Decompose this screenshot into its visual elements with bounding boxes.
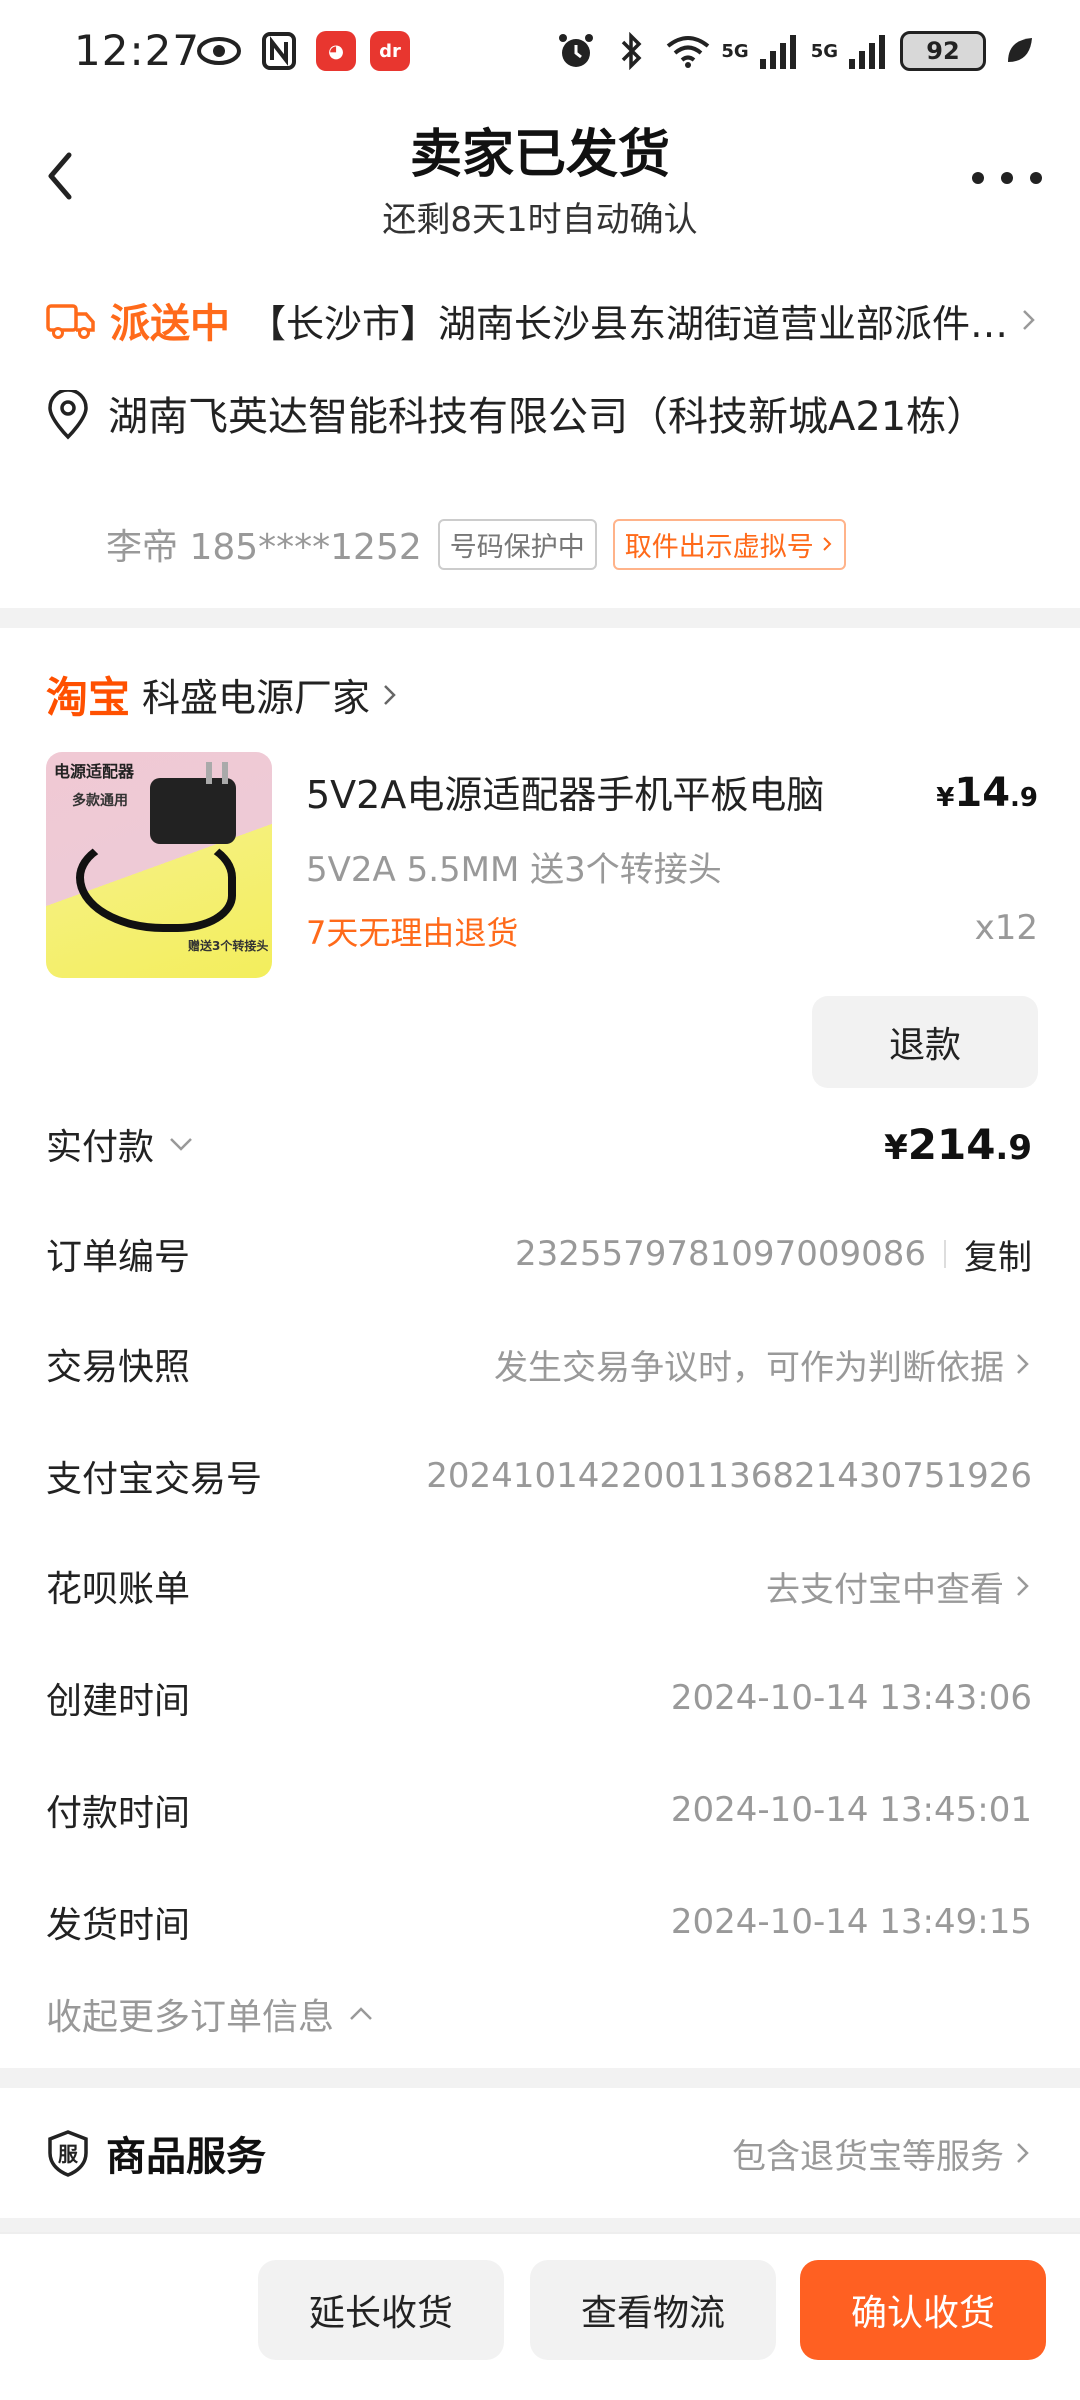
- virtual-number-label: 取件出示虚拟号: [624, 531, 814, 563]
- alipay-trade-row: 支付宝交易号 2024101422001136821430751926: [46, 1446, 1032, 1506]
- confirm-receipt-button[interactable]: 确认收货: [800, 2260, 1046, 2360]
- order-number-row: 订单编号 2325579781097009086 复制: [46, 1224, 1032, 1284]
- status-left-icons: ◕ dr: [196, 28, 410, 74]
- paid-time-row: 付款时间 2024-10-14 13:45:01: [46, 1780, 1032, 1840]
- service-title: 商品服务: [106, 2134, 266, 2180]
- created-time: 2024-10-14 13:43:06: [670, 1678, 1032, 1718]
- collapse-order-info-label: 收起更多订单信息: [46, 1997, 335, 2038]
- service-description: 包含退货宝等服务: [732, 2136, 1004, 2177]
- service-row[interactable]: 服 商品服务 包含退货宝等服务: [46, 2118, 1032, 2188]
- snapshot-label: 交易快照: [46, 1347, 191, 1388]
- paid-amount-label: 实付款: [46, 1127, 155, 1168]
- wifi-icon: [665, 28, 711, 74]
- shipping-address: 湖南飞英达智能科技有限公司（科技新城A21栋）: [108, 394, 987, 440]
- chevron-right-icon: [384, 684, 396, 705]
- virtual-number-button[interactable]: 取件出示虚拟号: [612, 518, 846, 570]
- product-image-text-1: 电源适配器: [54, 762, 135, 781]
- product-spec: 5V2A 5.5MM 送3个转接头: [306, 850, 722, 890]
- chevron-right-icon: [823, 537, 832, 551]
- eye-icon: [196, 28, 242, 74]
- chevron-down-icon: [170, 1138, 192, 1151]
- chevron-up-icon: [350, 2007, 372, 2020]
- product-image[interactable]: 电源适配器 多款通用 赠送3个转接头: [46, 752, 272, 978]
- product-title[interactable]: 5V2A电源适配器手机平板电脑: [306, 764, 824, 819]
- created-time-row: 创建时间 2024-10-14 13:43:06: [46, 1668, 1032, 1728]
- huabei-bill-row[interactable]: 花呗账单 去支付宝中查看: [46, 1556, 1032, 1616]
- shipped-time-label: 发货时间: [46, 1905, 191, 1946]
- delivery-latest-update: 【长沙市】湖南长沙县东湖街道营业部派件员正在为您派件: [248, 301, 1016, 346]
- network-type-label: 5G: [721, 40, 749, 62]
- signal-icon: [755, 28, 801, 74]
- taobao-logo: 淘宝: [46, 673, 131, 722]
- shipped-time-row: 发货时间 2024-10-14 13:49:15: [46, 1892, 1032, 1952]
- collapse-order-info-button[interactable]: 收起更多订单信息: [46, 1988, 374, 2040]
- status-time: 12:27: [74, 26, 201, 75]
- created-time-label: 创建时间: [46, 1681, 191, 1722]
- contact-row: 李帝 185****1252 号码保护中 取件出示虚拟号: [106, 518, 846, 570]
- bottom-action-bar: 延长收货 查看物流 确认收货: [0, 2232, 1080, 2400]
- huabei-bill-label: 花呗账单: [46, 1569, 191, 1610]
- page-title: 卖家已发货: [409, 125, 670, 185]
- product-quantity: x12: [974, 908, 1038, 948]
- return-policy-badge: 7天无理由退货: [306, 914, 519, 952]
- battery-indicator: 92: [900, 31, 986, 71]
- chevron-right-icon: [1017, 1576, 1029, 1596]
- bluetooth-icon: [609, 28, 655, 74]
- chevron-right-icon: [1017, 1354, 1029, 1374]
- product-image-text-2: 多款通用: [72, 793, 128, 809]
- phone-protected-badge: 号码保护中: [437, 518, 597, 570]
- delivery-status-label: 派送中: [110, 301, 230, 347]
- extend-receipt-button[interactable]: 延长收货: [258, 2260, 504, 2360]
- paid-amount: ¥214.9: [884, 1119, 1032, 1169]
- shop-name: 科盛电源厂家: [142, 676, 371, 720]
- product-image-text-3: 赠送3个转接头: [188, 939, 269, 953]
- status-bar: 12:27 ◕ dr 5G 5G 92: [0, 0, 1080, 100]
- refund-button[interactable]: 退款: [812, 996, 1038, 1088]
- view-logistics-button[interactable]: 查看物流: [530, 2260, 776, 2360]
- status-right-icons: 5G 5G 92: [553, 28, 1042, 74]
- order-card: 淘宝 科盛电源厂家 电源适配器 多款通用 赠送3个转接头 5V2A电源适配器手机…: [0, 628, 1080, 2068]
- app-notification-icon: ◕: [316, 31, 356, 71]
- shipped-time: 2024-10-14 13:49:15: [670, 1902, 1032, 1942]
- leaf-icon: [996, 28, 1042, 74]
- snapshot-hint: 发生交易争议时，可作为判断依据: [494, 1347, 1004, 1388]
- order-number: 2325579781097009086: [514, 1234, 926, 1274]
- location-pin-icon: [48, 390, 88, 440]
- chevron-right-icon: [1017, 2143, 1029, 2163]
- nfc-icon: [256, 28, 302, 74]
- alipay-trade-number: 2024101422001136821430751926: [426, 1456, 1032, 1496]
- address-card: 派送中 【长沙市】湖南长沙县东湖街道营业部派件员正在为您派件 湖南飞英达智能科技…: [0, 260, 1080, 608]
- huabei-bill-link: 去支付宝中查看: [766, 1569, 1004, 1610]
- svg-text:服: 服: [58, 2142, 79, 2166]
- recipient-contact: 李帝 185****1252: [106, 527, 422, 568]
- network-type-label-2: 5G: [810, 40, 838, 62]
- copy-button[interactable]: 复制: [964, 1230, 1032, 1279]
- app-notification-icon-2: dr: [370, 31, 410, 71]
- page-header: 卖家已发货 还剩8天1时自动确认: [0, 100, 1080, 260]
- delivery-status-row[interactable]: 派送中 【长沙市】湖南长沙县东湖街道营业部派件员正在为您派件: [46, 290, 1040, 350]
- service-shield-icon: 服: [48, 2130, 88, 2177]
- shipping-address-row: 湖南飞英达智能科技有限公司（科技新城A21栋）: [46, 384, 1040, 450]
- shop-link[interactable]: 淘宝 科盛电源厂家: [46, 664, 400, 725]
- page-subtitle: 还剩8天1时自动确认: [382, 200, 698, 240]
- snapshot-row[interactable]: 交易快照 发生交易争议时，可作为判断依据: [46, 1334, 1032, 1394]
- paid-time: 2024-10-14 13:45:01: [670, 1790, 1032, 1830]
- product-price: ¥14.9: [936, 770, 1038, 816]
- service-card: 服 商品服务 包含退货宝等服务: [0, 2088, 1080, 2218]
- truck-icon: [46, 304, 95, 339]
- paid-time-label: 付款时间: [46, 1793, 191, 1834]
- alarm-icon: [553, 28, 599, 74]
- chevron-right-icon: [1023, 310, 1035, 330]
- paid-amount-toggle[interactable]: 实付款: [46, 1118, 194, 1170]
- more-options-button[interactable]: [972, 158, 1042, 198]
- paid-amount-row: 实付款 ¥214.9: [46, 1114, 1032, 1174]
- order-number-label: 订单编号: [46, 1237, 191, 1278]
- alipay-trade-label: 支付宝交易号: [46, 1459, 263, 1500]
- signal-icon-2: [844, 28, 890, 74]
